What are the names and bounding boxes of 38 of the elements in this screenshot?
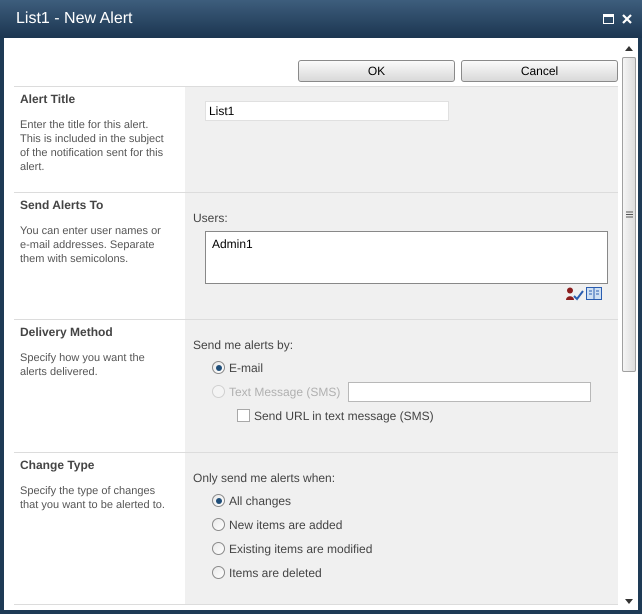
- maximize-icon[interactable]: [603, 14, 614, 24]
- section-heading: Send Alerts To: [20, 197, 104, 214]
- scroll-up-icon[interactable]: [625, 46, 633, 51]
- option-label: Existing items are modified: [229, 540, 372, 558]
- field-label: Users:: [193, 210, 229, 227]
- title-field[interactable]: List1: [205, 101, 449, 121]
- dialog-button[interactable]: Cancel: [461, 60, 618, 82]
- checkbox-label: Send URL in text message (SMS): [254, 408, 434, 424]
- option-label: E-mail: [229, 360, 264, 376]
- field-label: Only send me alerts when:: [193, 470, 336, 487]
- section-description: Enter the title for this alert. This is included in the subject of the notification sent for this alert.: [20, 118, 165, 174]
- section-heading: Delivery Method: [20, 324, 114, 341]
- section-description: Specify how you want the alerts delivered.: [20, 351, 146, 379]
- option-label: Text Message (SMS): [229, 384, 340, 400]
- address-book-icon[interactable]: [586, 287, 602, 300]
- scroll-thumb[interactable]: [622, 57, 636, 372]
- section-heading: Change Type: [20, 457, 96, 474]
- scroll-down-icon[interactable]: [625, 599, 633, 604]
- checkbox[interactable]: [237, 409, 250, 422]
- option-label: Items are deleted: [229, 564, 322, 582]
- radio-button[interactable]: [212, 518, 225, 531]
- dialog-button[interactable]: OK: [298, 60, 455, 82]
- section-description: You can enter user names or e-mail addresses. Separate them with semicolons.: [20, 224, 162, 266]
- radio-button[interactable]: [212, 542, 225, 555]
- grip-icon: [626, 211, 632, 218]
- users-field[interactable]: Admin1: [205, 231, 608, 284]
- radio-button[interactable]: [212, 566, 225, 579]
- section-heading: Alert Title: [20, 91, 76, 108]
- check-names-icon[interactable]: [566, 287, 584, 301]
- section-description: Specify the type of changes that you want to be alerted to.: [20, 484, 166, 512]
- radio-button[interactable]: [212, 361, 225, 374]
- close-icon[interactable]: [622, 14, 632, 24]
- option-label: New items are added: [229, 516, 342, 534]
- option-label: All changes: [229, 492, 292, 510]
- phone-field[interactable]: [348, 382, 592, 402]
- radio-button[interactable]: [212, 494, 225, 507]
- window-title: List1 - New Alert: [16, 9, 132, 29]
- field-label: Send me alerts by:: [193, 337, 294, 354]
